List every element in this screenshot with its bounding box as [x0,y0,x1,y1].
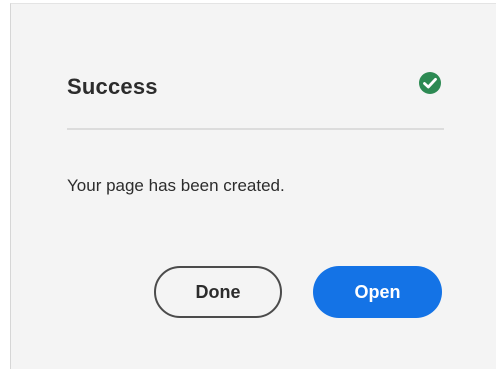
success-dialog: Success Your page has been created. Done… [10,3,496,369]
done-button[interactable]: Done [154,266,282,318]
header-divider [67,128,444,130]
open-button[interactable]: Open [313,266,442,318]
check-circle-icon [418,71,442,95]
dialog-header: Success [67,68,443,108]
dialog-message: Your page has been created. [67,176,285,195]
dialog-title: Success [67,74,158,99]
